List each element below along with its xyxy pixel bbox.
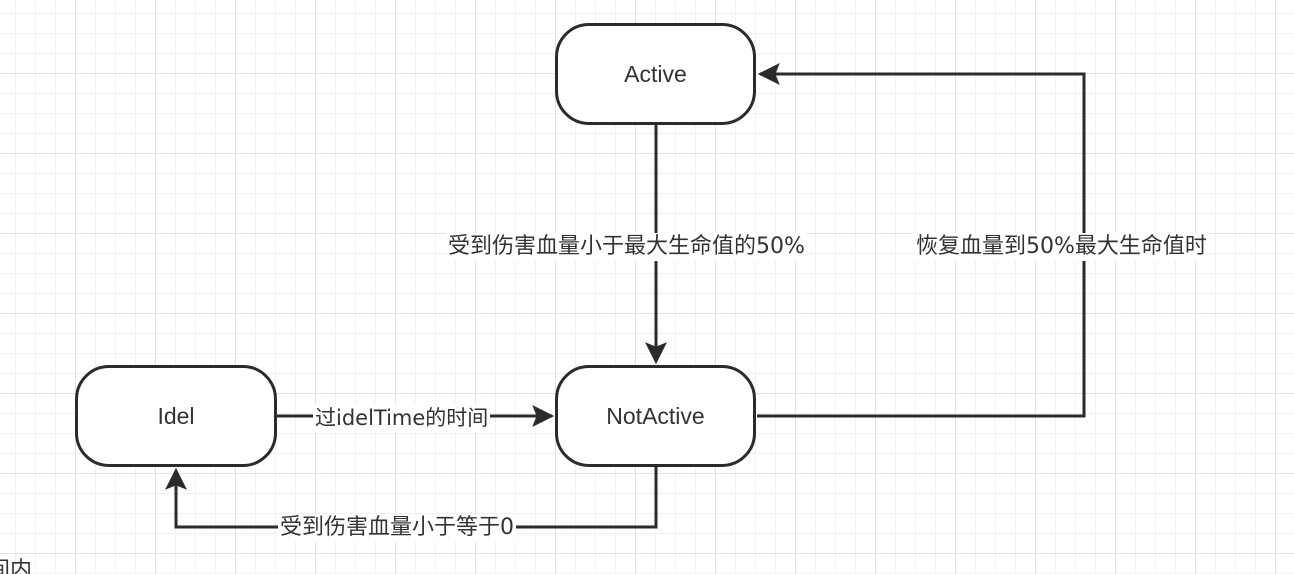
node-not-active-label: NotActive <box>606 402 705 429</box>
node-not-active[interactable]: NotActive <box>555 365 756 467</box>
diagram-canvas: Active NotActive Idel 受到伤害血量小于最大生命值的50% … <box>0 0 1294 574</box>
node-active[interactable]: Active <box>555 23 756 125</box>
edge-label-notactive-to-idel: 受到伤害血量小于等于0 <box>278 514 516 542</box>
edge-label-idel-to-notactive: 过idelTime的时间 <box>313 404 491 432</box>
edge-label-notactive-to-active: 恢复血量到50%最大生命值时 <box>914 233 1209 261</box>
node-idel-label: Idel <box>157 402 195 429</box>
partial-text: 间内 <box>0 558 33 574</box>
node-idel[interactable]: Idel <box>75 365 277 467</box>
node-active-label: Active <box>624 60 687 87</box>
edge-label-active-to-notactive: 受到伤害血量小于最大生命值的50% <box>446 233 807 261</box>
